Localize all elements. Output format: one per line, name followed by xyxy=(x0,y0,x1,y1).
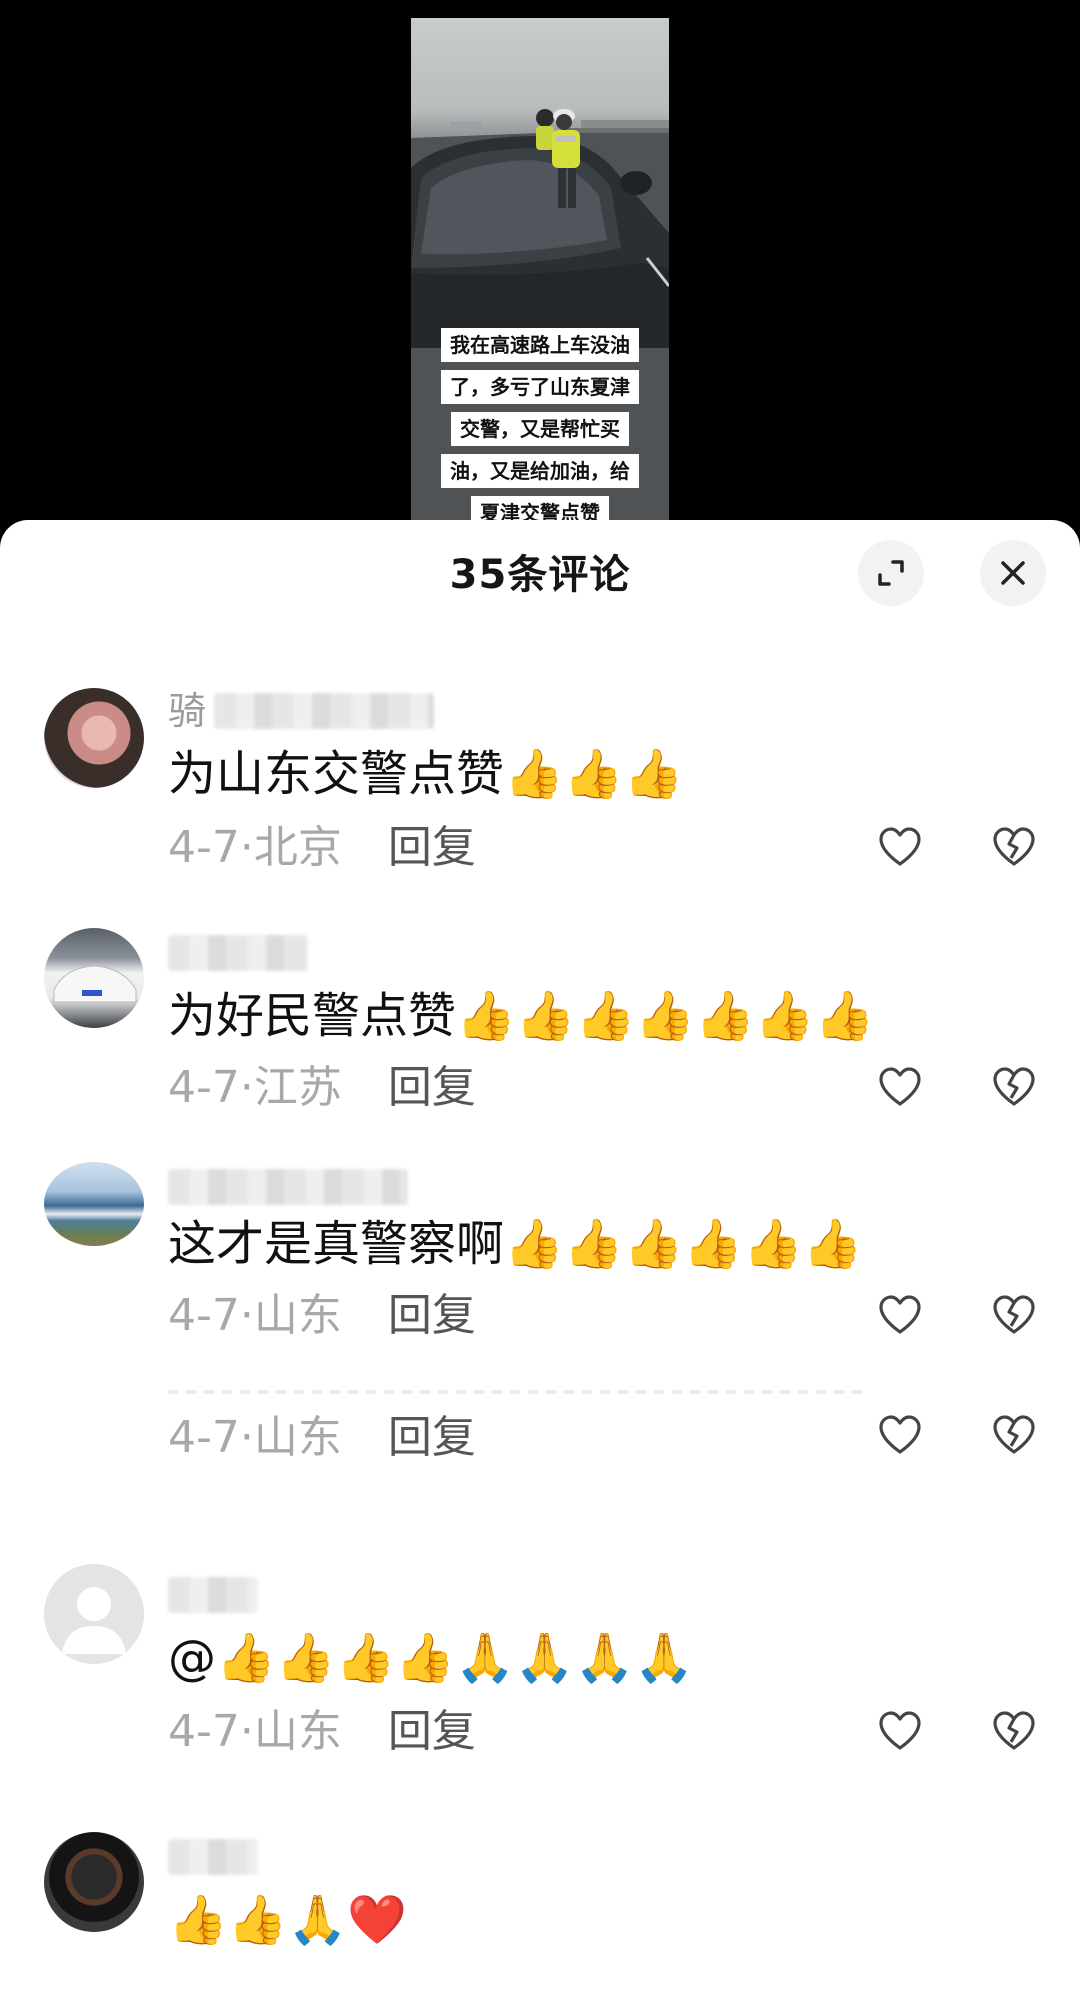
comment-date-location: 4-7·北京 xyxy=(168,822,342,873)
comment-date-location: 4-7·山东 xyxy=(168,1412,342,1463)
comment-text: 👍👍🙏❤️ xyxy=(168,1892,408,1948)
blurred-username xyxy=(214,693,435,729)
comment-meta: 4-7·北京 回复 xyxy=(168,820,476,876)
comment-meta: 4-7·山东 回复 xyxy=(168,1410,476,1466)
username[interactable] xyxy=(168,1832,258,1882)
comment-text: 为山东交警点赞👍👍👍 xyxy=(168,746,684,802)
broken-heart-icon[interactable] xyxy=(990,824,1038,872)
broken-heart-icon[interactable] xyxy=(990,1708,1038,1756)
close-button[interactable] xyxy=(980,540,1046,606)
heart-icon[interactable] xyxy=(876,1292,924,1340)
comment-meta: 4-7·山东 回复 xyxy=(168,1288,476,1344)
person-icon xyxy=(62,1587,126,1654)
username[interactable] xyxy=(168,1570,258,1620)
close-icon xyxy=(1001,561,1025,585)
caption-line: 油，又是给加油，给 xyxy=(441,454,639,488)
comment-meta: 4-7·江苏 回复 xyxy=(168,1060,476,1116)
avatar[interactable] xyxy=(44,1564,144,1664)
heart-icon[interactable] xyxy=(876,1064,924,1112)
app-root: 我在高速路上车没油 了，多亏了山东夏津 交警，又是帮忙买 油，又是给加油，给 夏… xyxy=(0,0,1080,1994)
comment-text: 为好民警点赞👍👍👍👍👍👍👍 xyxy=(168,988,875,1044)
username[interactable]: 骑 xyxy=(168,686,435,736)
reply-button[interactable]: 回复 xyxy=(388,1290,476,1341)
comment-text: @👍👍👍👍🙏🙏🙏🙏 xyxy=(168,1630,695,1686)
caption-line: 交警，又是帮忙买 xyxy=(451,412,629,446)
blurred-username xyxy=(168,1577,258,1613)
avatar[interactable] xyxy=(44,688,144,788)
blurred-username xyxy=(168,1839,258,1875)
avatar[interactable] xyxy=(44,928,144,1028)
heart-icon[interactable] xyxy=(876,824,924,872)
comment-date-location: 4-7·山东 xyxy=(168,1290,342,1341)
reply-button[interactable]: 回复 xyxy=(388,1062,476,1113)
broken-heart-icon[interactable] xyxy=(990,1064,1038,1112)
sheet-header: 35条评论 xyxy=(0,520,1080,608)
username[interactable] xyxy=(168,1162,408,1212)
car-photo xyxy=(53,965,137,1003)
video-caption: 我在高速路上车没油 了，多亏了山东夏津 交警，又是帮忙买 油，又是给加油，给 夏… xyxy=(425,328,655,528)
blurred-username xyxy=(168,935,308,971)
comment-meta: 4-7·山东 回复 xyxy=(168,1704,476,1760)
caption-line: 了，多亏了山东夏津 xyxy=(441,370,639,404)
heart-icon[interactable] xyxy=(876,1412,924,1460)
broken-heart-icon[interactable] xyxy=(990,1292,1038,1340)
expand-button[interactable] xyxy=(858,540,924,606)
video-player[interactable]: 我在高速路上车没油 了，多亏了山东夏津 交警，又是帮忙买 油，又是给加油，给 夏… xyxy=(0,0,1080,540)
obscured-content xyxy=(168,1390,868,1394)
reply-button[interactable]: 回复 xyxy=(388,1706,476,1757)
expand-icon xyxy=(878,560,904,586)
avatar[interactable] xyxy=(44,1832,144,1932)
avatar[interactable] xyxy=(44,1162,144,1246)
comment-sheet: 35条评论 骑 为山东交警点赞👍👍👍 4-7·北京 回复 为好民警点赞👍👍👍👍👍… xyxy=(0,520,1080,1994)
blurred-username xyxy=(168,1169,408,1205)
comment-date-location: 4-7·江苏 xyxy=(168,1062,342,1113)
comment-text: 这才是真警察啊👍👍👍👍👍👍 xyxy=(168,1216,863,1272)
username[interactable] xyxy=(168,928,308,978)
heart-icon[interactable] xyxy=(876,1708,924,1756)
username-text: 骑 xyxy=(168,689,207,733)
reply-button[interactable]: 回复 xyxy=(388,822,476,873)
reply-button[interactable]: 回复 xyxy=(388,1412,476,1463)
video-frame[interactable]: 我在高速路上车没油 了，多亏了山东夏津 交警，又是帮忙买 油，又是给加油，给 夏… xyxy=(411,18,669,528)
comment-date-location: 4-7·山东 xyxy=(168,1706,342,1757)
caption-line: 我在高速路上车没油 xyxy=(441,328,639,362)
broken-heart-icon[interactable] xyxy=(990,1412,1038,1460)
